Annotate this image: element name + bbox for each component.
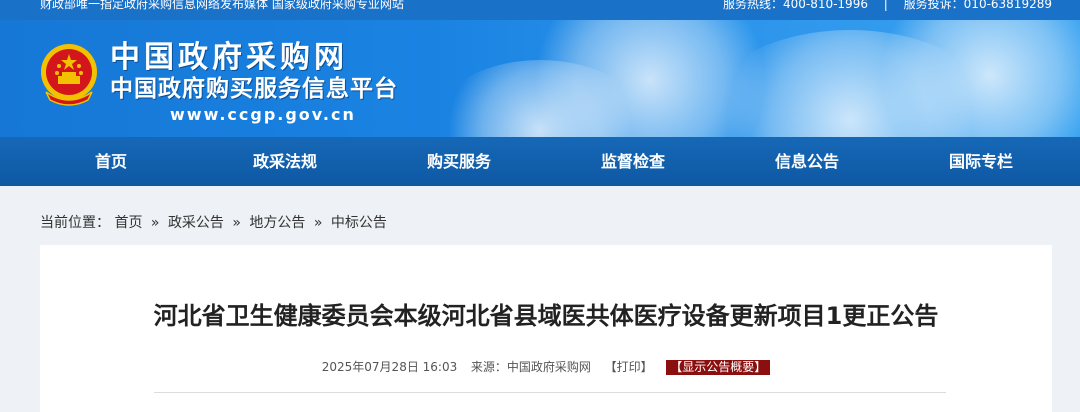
breadcrumb-procurement-notices[interactable]: 政采公告: [168, 215, 224, 231]
nav-item-home[interactable]: 首页: [24, 137, 198, 186]
article-card: 河北省卫生健康委员会本级河北省县域医共体医疗设备更新项目1更正公告 2025年0…: [40, 245, 1052, 412]
meta-divider: [154, 392, 946, 393]
complaint-hotline: 服务投诉：010-63819289: [903, 0, 1052, 11]
national-emblem-icon[interactable]: [38, 42, 100, 106]
site-url: www.ccgp.gov.cn: [170, 105, 356, 124]
service-hotline: 服务热线：400-810-1996: [722, 0, 868, 11]
print-button[interactable]: 【打印】: [605, 360, 653, 374]
publish-datetime: 2025年07月28日 16:03: [321, 360, 458, 374]
breadcrumb-local-notices[interactable]: 地方公告: [249, 215, 305, 231]
breadcrumb-arrow: »: [232, 215, 241, 231]
breadcrumb-award-notices[interactable]: 中标公告: [331, 215, 387, 231]
banner-cloud-decoration: [860, 20, 1080, 137]
nav-item-international[interactable]: 国际专栏: [894, 137, 1068, 186]
nav-item-regulations[interactable]: 政采法规: [198, 137, 372, 186]
nav-item-announcements[interactable]: 信息公告: [720, 137, 894, 186]
contact-info: 服务热线：400-810-1996 | 服务投诉：010-63819289: [722, 0, 1052, 11]
site-title: 中国政府采购网: [110, 40, 348, 75]
breadcrumb-prefix: 当前位置：: [40, 215, 110, 231]
show-summary-button[interactable]: 【显示公告概要】: [666, 360, 771, 375]
nav-item-supervision[interactable]: 监督检查: [546, 137, 720, 186]
top-info-strip: 财政部唯一指定政府采购信息网络发布媒体 国家级政府采购专业网站 服务热线：400…: [0, 0, 1080, 20]
breadcrumb-arrow: »: [313, 215, 323, 231]
article-source: 来源：中国政府采购网: [470, 360, 591, 374]
breadcrumb-home[interactable]: 首页: [114, 215, 142, 231]
site-slogan: 财政部唯一指定政府采购信息网络发布媒体 国家级政府采购专业网站: [40, 0, 404, 11]
contact-separator: |: [883, 0, 888, 11]
site-banner: 中国政府采购网 中国政府购买服务信息平台 www.ccgp.gov.cn: [0, 20, 1080, 137]
article-meta: 2025年07月28日 16:03 来源：中国政府采购网 【打印】 【显示公告概…: [40, 359, 1052, 375]
main-nav: 首页 政采法规 购买服务 监督检查 信息公告 国际专栏: [0, 137, 1080, 186]
nav-item-purchase-services[interactable]: 购买服务: [372, 137, 546, 186]
article-title: 河北省卫生健康委员会本级河北省县域医共体医疗设备更新项目1更正公告: [153, 302, 939, 330]
breadcrumb: 当前位置： 首页 » 政采公告 » 地方公告 » 中标公告: [40, 214, 387, 232]
site-subtitle: 中国政府购买服务信息平台: [110, 76, 398, 102]
breadcrumb-arrow: »: [150, 215, 160, 231]
